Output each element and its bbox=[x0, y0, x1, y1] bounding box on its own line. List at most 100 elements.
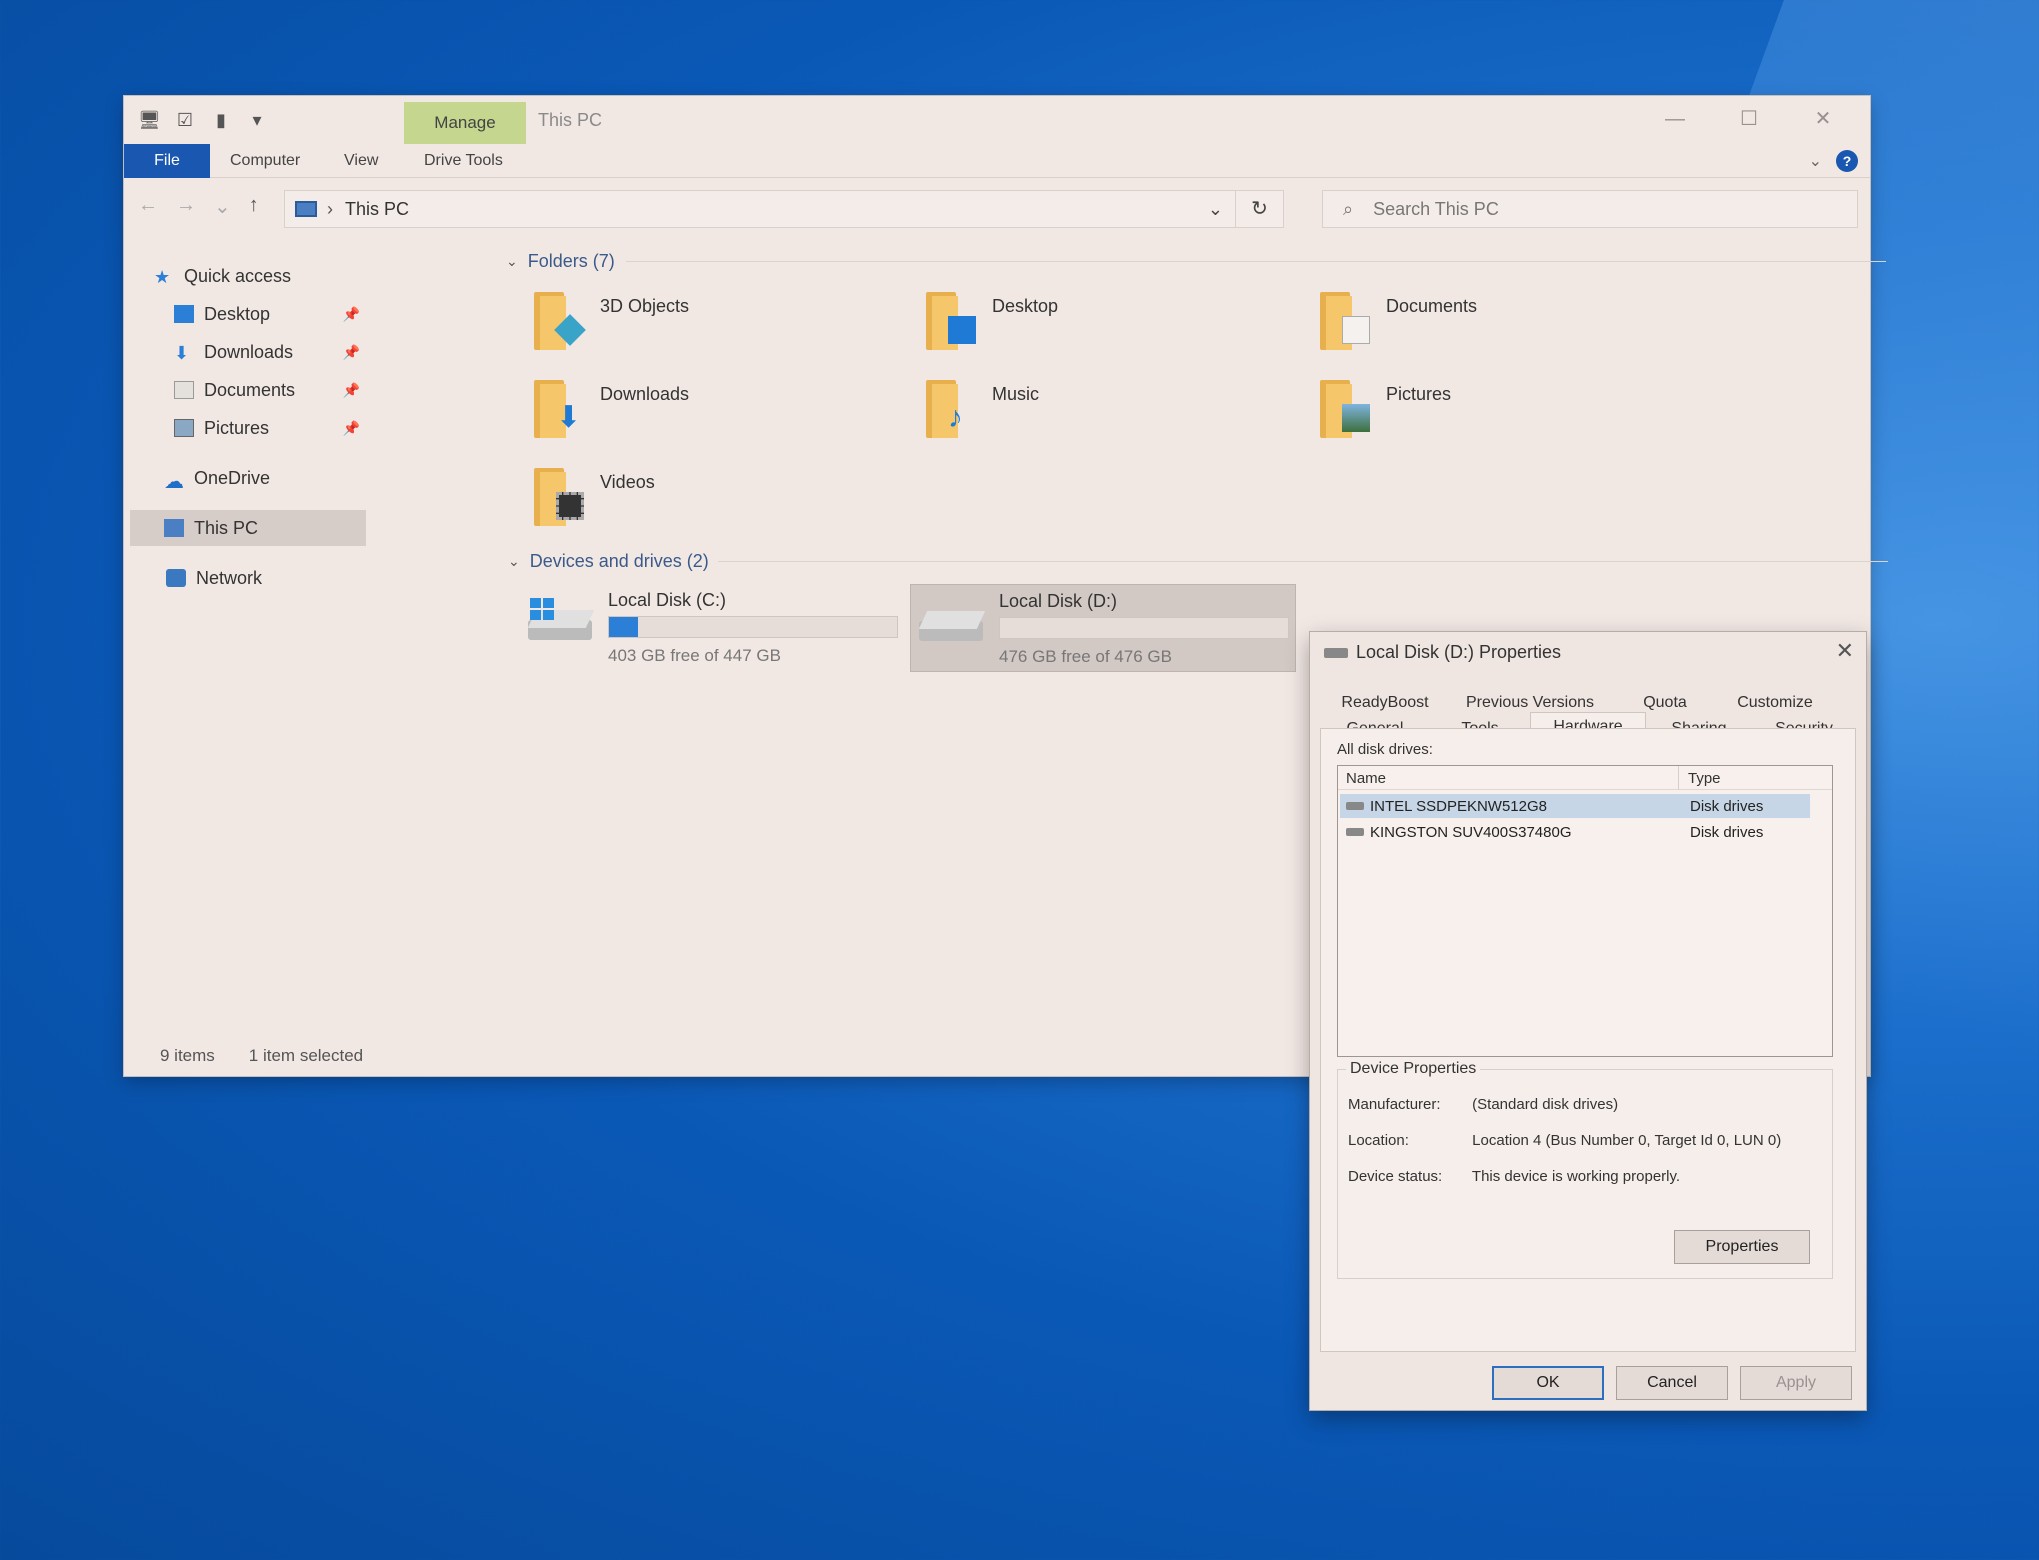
sidebar-item-label: Network bbox=[196, 567, 263, 588]
drive-model: KINGSTON SUV400S37480G bbox=[1370, 824, 1572, 841]
tab-readyboost[interactable]: ReadyBoost bbox=[1320, 690, 1450, 716]
folder-pictures[interactable]: Pictures bbox=[1316, 376, 1696, 456]
refresh-icon[interactable]: ↻ bbox=[1235, 191, 1283, 227]
sidebar-item-label: OneDrive bbox=[194, 467, 271, 488]
sidebar-item-label: Pictures bbox=[204, 417, 270, 438]
folder-label: Downloads bbox=[600, 384, 690, 404]
collapse-chevron-icon[interactable]: ⌄ bbox=[506, 253, 518, 270]
this-pc-icon[interactable]: 🖥 bbox=[138, 109, 161, 131]
up-arrow-icon[interactable]: ↑ bbox=[249, 194, 259, 219]
sidebar-item-this-pc[interactable]: This PC bbox=[130, 510, 366, 546]
disk-drives-list[interactable]: Name Type INTEL SSDPEKNW512G8 Disk drive… bbox=[1337, 765, 1833, 1057]
cancel-button[interactable]: Cancel bbox=[1616, 1366, 1728, 1400]
drive-d[interactable]: Local Disk (D:) 476 GB free of 476 GB bbox=[910, 584, 1296, 672]
folder-documents[interactable]: Documents bbox=[1316, 288, 1696, 368]
sidebar-item-label: This PC bbox=[194, 517, 259, 538]
folders-group-header[interactable]: ⌄ Folders (7) bbox=[506, 246, 1886, 276]
apply-button[interactable]: Apply bbox=[1740, 1366, 1852, 1400]
group-title: Folders (7) bbox=[527, 250, 615, 271]
drive-properties-dialog: Local Disk (D:) Properties ✕ ReadyBoost … bbox=[1310, 632, 1866, 1410]
folder-documents-icon bbox=[1316, 288, 1372, 352]
back-arrow-icon[interactable]: ← bbox=[138, 194, 158, 219]
folder-label: Music bbox=[992, 384, 1040, 404]
manage-contextual-tab[interactable]: Manage bbox=[404, 102, 526, 144]
devices-group-header[interactable]: ⌄ Devices and drives (2) bbox=[508, 546, 1888, 576]
address-dropdown-icon[interactable]: ⌄ bbox=[1208, 199, 1223, 220]
quick-access-toolbar: 🖥 ☑ ▮ ▾ bbox=[138, 106, 268, 134]
device-properties-label: Device Properties bbox=[1346, 1060, 1481, 1078]
sidebar-item-onedrive[interactable]: ☁ OneDrive bbox=[164, 460, 404, 496]
properties-check-icon[interactable]: ☑ bbox=[174, 109, 196, 131]
location-row: Location: Location 4 (Bus Number 0, Targ… bbox=[1348, 1132, 1781, 1149]
search-box[interactable]: ⌕ Search This PC bbox=[1322, 190, 1858, 228]
help-icon[interactable]: ? bbox=[1836, 150, 1858, 172]
pin-icon[interactable]: 📌 bbox=[343, 420, 360, 437]
close-icon[interactable]: ✕ bbox=[1786, 102, 1860, 136]
pin-icon[interactable]: 📌 bbox=[343, 344, 360, 361]
device-status-row: Device status: This device is working pr… bbox=[1348, 1168, 1680, 1185]
location-label: Location: bbox=[1348, 1132, 1409, 1149]
sidebar-item-network[interactable]: Network bbox=[166, 560, 406, 596]
list-item[interactable]: INTEL SSDPEKNW512G8 Disk drives bbox=[1340, 794, 1810, 818]
minimize-icon[interactable]: — bbox=[1638, 102, 1712, 136]
folder-downloads-icon: ⬇ bbox=[530, 376, 586, 440]
folder-desktop-icon bbox=[922, 288, 978, 352]
drive-usage-bar bbox=[999, 617, 1289, 639]
breadcrumb-this-pc[interactable]: This PC bbox=[345, 199, 409, 220]
this-pc-icon bbox=[295, 201, 317, 217]
this-pc-icon bbox=[164, 519, 184, 537]
device-status-value: This device is working properly. bbox=[1471, 1168, 1681, 1185]
properties-button[interactable]: Properties bbox=[1674, 1230, 1810, 1264]
maximize-icon[interactable]: ☐ bbox=[1712, 102, 1786, 136]
search-placeholder: Search This PC bbox=[1373, 198, 1499, 219]
folder-desktop[interactable]: Desktop bbox=[922, 288, 1302, 368]
sidebar-item-quick-access[interactable]: ★ Quick access bbox=[154, 258, 394, 294]
close-icon[interactable]: ✕ bbox=[1836, 638, 1854, 664]
drive-free-space: 403 GB free of 447 GB bbox=[608, 646, 781, 665]
drive-free-space: 476 GB free of 476 GB bbox=[999, 647, 1172, 666]
customize-toolbar-chevron-icon[interactable]: ▾ bbox=[246, 109, 268, 131]
ribbon-tabs: File Computer View Drive Tools ⌄ ? bbox=[124, 144, 1870, 178]
disk-drive-icon bbox=[1346, 802, 1364, 810]
drive-usage-bar bbox=[608, 616, 898, 638]
ok-button[interactable]: OK bbox=[1492, 1366, 1604, 1400]
drive-type: Disk drives bbox=[1690, 824, 1764, 841]
location-value: Location 4 (Bus Number 0, Target Id 0, L… bbox=[1472, 1132, 1782, 1149]
expand-ribbon-chevron-icon[interactable]: ⌄ bbox=[1809, 151, 1822, 171]
folder-music-icon: ♪ bbox=[922, 376, 978, 440]
column-name-header[interactable]: Name bbox=[1346, 770, 1386, 787]
list-item[interactable]: KINGSTON SUV400S37480G Disk drives bbox=[1340, 820, 1810, 844]
recent-locations-chevron-icon[interactable]: ⌄ bbox=[214, 194, 231, 219]
column-divider[interactable] bbox=[1678, 766, 1679, 790]
manufacturer-row: Manufacturer: (Standard disk drives) bbox=[1348, 1096, 1618, 1113]
folder-downloads[interactable]: ⬇ Downloads bbox=[530, 376, 910, 456]
folder-3d-objects[interactable]: 3D Objects bbox=[530, 288, 910, 368]
folder-music[interactable]: ♪ Music bbox=[922, 376, 1302, 456]
column-type-header[interactable]: Type bbox=[1688, 770, 1721, 787]
breadcrumb-separator-icon[interactable]: › bbox=[327, 199, 333, 220]
drive-c[interactable]: Local Disk (C:) 403 GB free of 447 GB bbox=[520, 584, 906, 672]
pin-icon[interactable]: 📌 bbox=[343, 382, 360, 399]
folder-videos[interactable]: Videos bbox=[530, 464, 910, 544]
network-icon bbox=[166, 569, 186, 587]
all-disk-drives-label: All disk drives: bbox=[1337, 741, 1433, 758]
address-bar[interactable]: › This PC ⌄ ↻ bbox=[284, 190, 1284, 228]
tab-computer[interactable]: Computer bbox=[230, 144, 300, 178]
tab-view[interactable]: View bbox=[344, 144, 378, 178]
list-header: Name Type bbox=[1338, 766, 1832, 790]
drive-name: Local Disk (D:) bbox=[999, 591, 1118, 611]
collapse-chevron-icon[interactable]: ⌄ bbox=[508, 553, 520, 570]
pin-icon[interactable]: 📌 bbox=[343, 306, 360, 323]
forward-arrow-icon[interactable]: → bbox=[176, 194, 196, 219]
drive-usage-fill bbox=[609, 617, 638, 637]
tab-file[interactable]: File bbox=[124, 144, 210, 178]
new-folder-icon[interactable]: ▮ bbox=[210, 109, 232, 131]
sidebar-item-label: Desktop bbox=[204, 303, 271, 324]
windows-drive-icon bbox=[527, 598, 595, 646]
folder-label: Pictures bbox=[1386, 384, 1452, 404]
hardware-tab-panel: All disk drives: Name Type INTEL SSDPEKN… bbox=[1320, 728, 1856, 1352]
drive-type: Disk drives bbox=[1690, 798, 1764, 815]
dialog-title: Local Disk (D:) Properties bbox=[1356, 642, 1562, 662]
tab-drive-tools[interactable]: Drive Tools bbox=[424, 144, 503, 178]
tab-customize[interactable]: Customize bbox=[1720, 690, 1830, 716]
